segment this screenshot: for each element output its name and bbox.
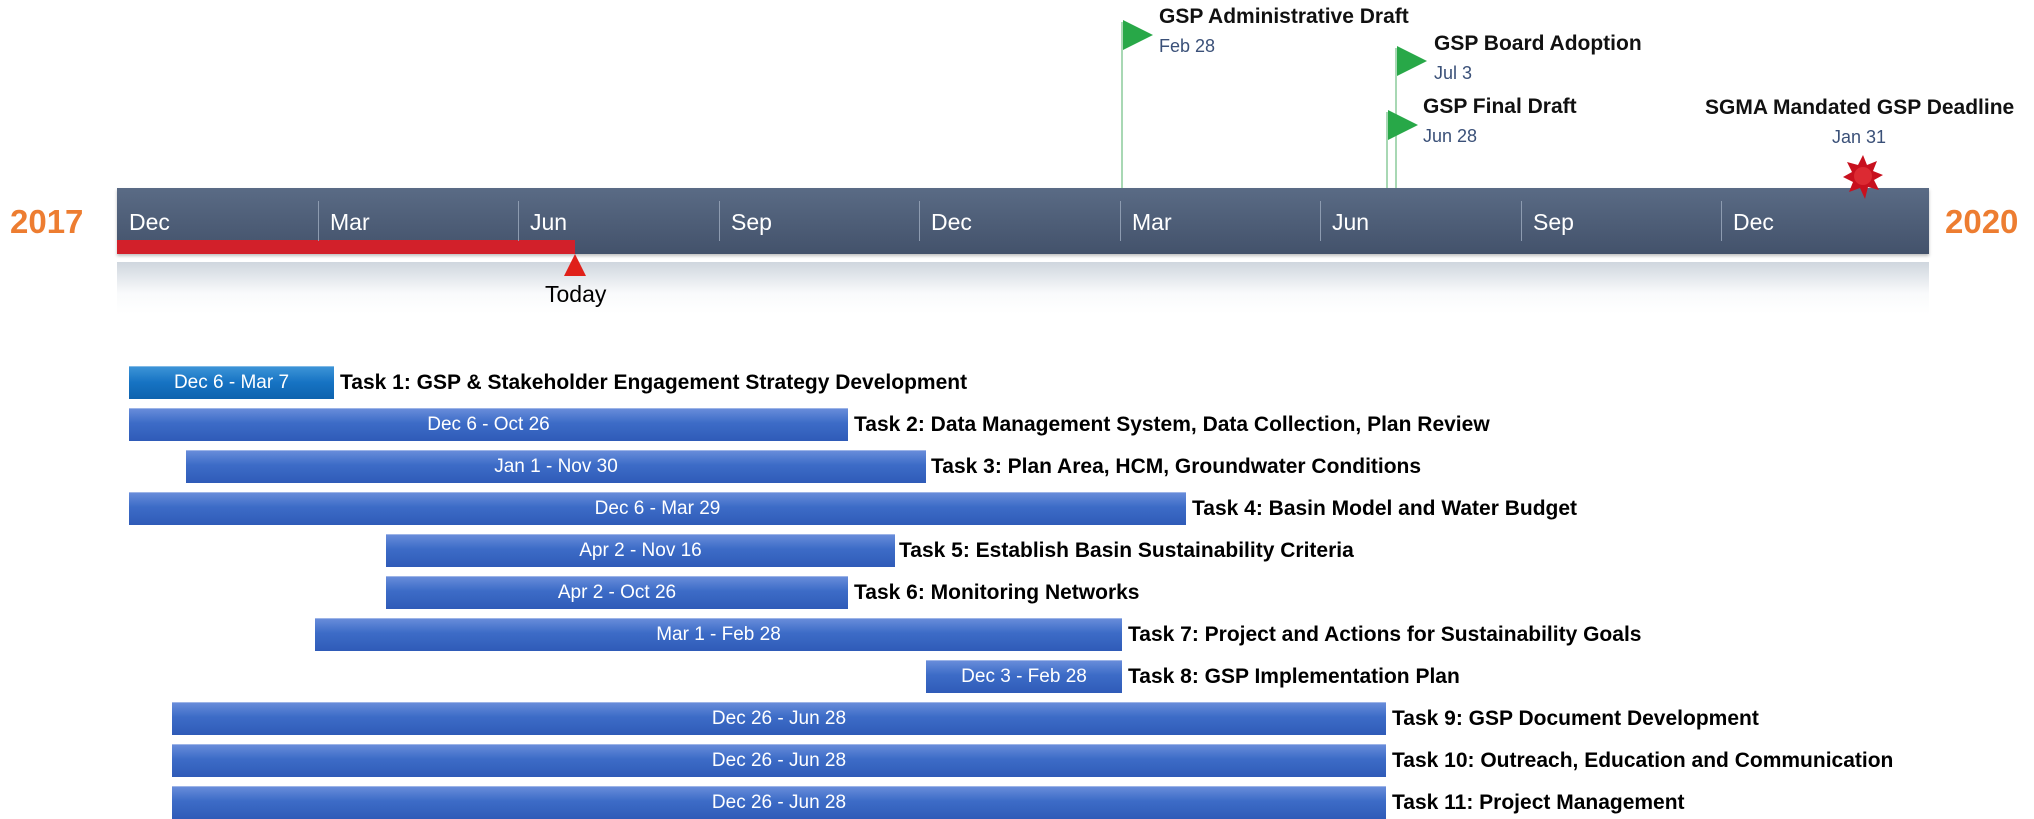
task-bar[interactable]: Dec 3 - Feb 28 xyxy=(926,660,1122,693)
task-bar[interactable]: Apr 2 - Oct 26 xyxy=(386,576,848,609)
task-label: Task 1: GSP & Stakeholder Engagement Str… xyxy=(340,371,968,394)
task-label: Task 7: Project and Actions for Sustaina… xyxy=(1128,623,1642,646)
task-list: Dec 6 - Mar 7 Task 1: GSP & Stakeholder … xyxy=(0,0,2034,819)
task-bar[interactable]: Apr 2 - Nov 16 xyxy=(386,534,895,567)
task-bar[interactable]: Dec 26 - Jun 28 xyxy=(172,786,1386,819)
task-label: Task 9: GSP Document Development xyxy=(1392,707,1759,730)
task-bar[interactable]: Jan 1 - Nov 30 xyxy=(186,450,926,483)
task-label: Task 2: Data Management System, Data Col… xyxy=(854,413,1490,436)
task-label: Task 10: Outreach, Education and Communi… xyxy=(1392,749,1894,772)
task-label: Task 6: Monitoring Networks xyxy=(854,581,1140,604)
task-label: Task 3: Plan Area, HCM, Groundwater Cond… xyxy=(931,455,1422,478)
task-bar[interactable]: Dec 6 - Mar 7 xyxy=(129,366,334,399)
task-label: Task 5: Establish Basin Sustainability C… xyxy=(899,539,1354,562)
task-bar[interactable]: Mar 1 - Feb 28 xyxy=(315,618,1122,651)
task-label: Task 11: Project Management xyxy=(1392,791,1685,814)
task-label: Task 4: Basin Model and Water Budget xyxy=(1192,497,1578,520)
task-bar[interactable]: Dec 26 - Jun 28 xyxy=(172,744,1386,777)
task-bar[interactable]: Dec 26 - Jun 28 xyxy=(172,702,1386,735)
task-label: Task 8: GSP Implementation Plan xyxy=(1128,665,1460,688)
task-bar[interactable]: Dec 6 - Mar 29 xyxy=(129,492,1186,525)
task-bar[interactable]: Dec 6 - Oct 26 xyxy=(129,408,848,441)
